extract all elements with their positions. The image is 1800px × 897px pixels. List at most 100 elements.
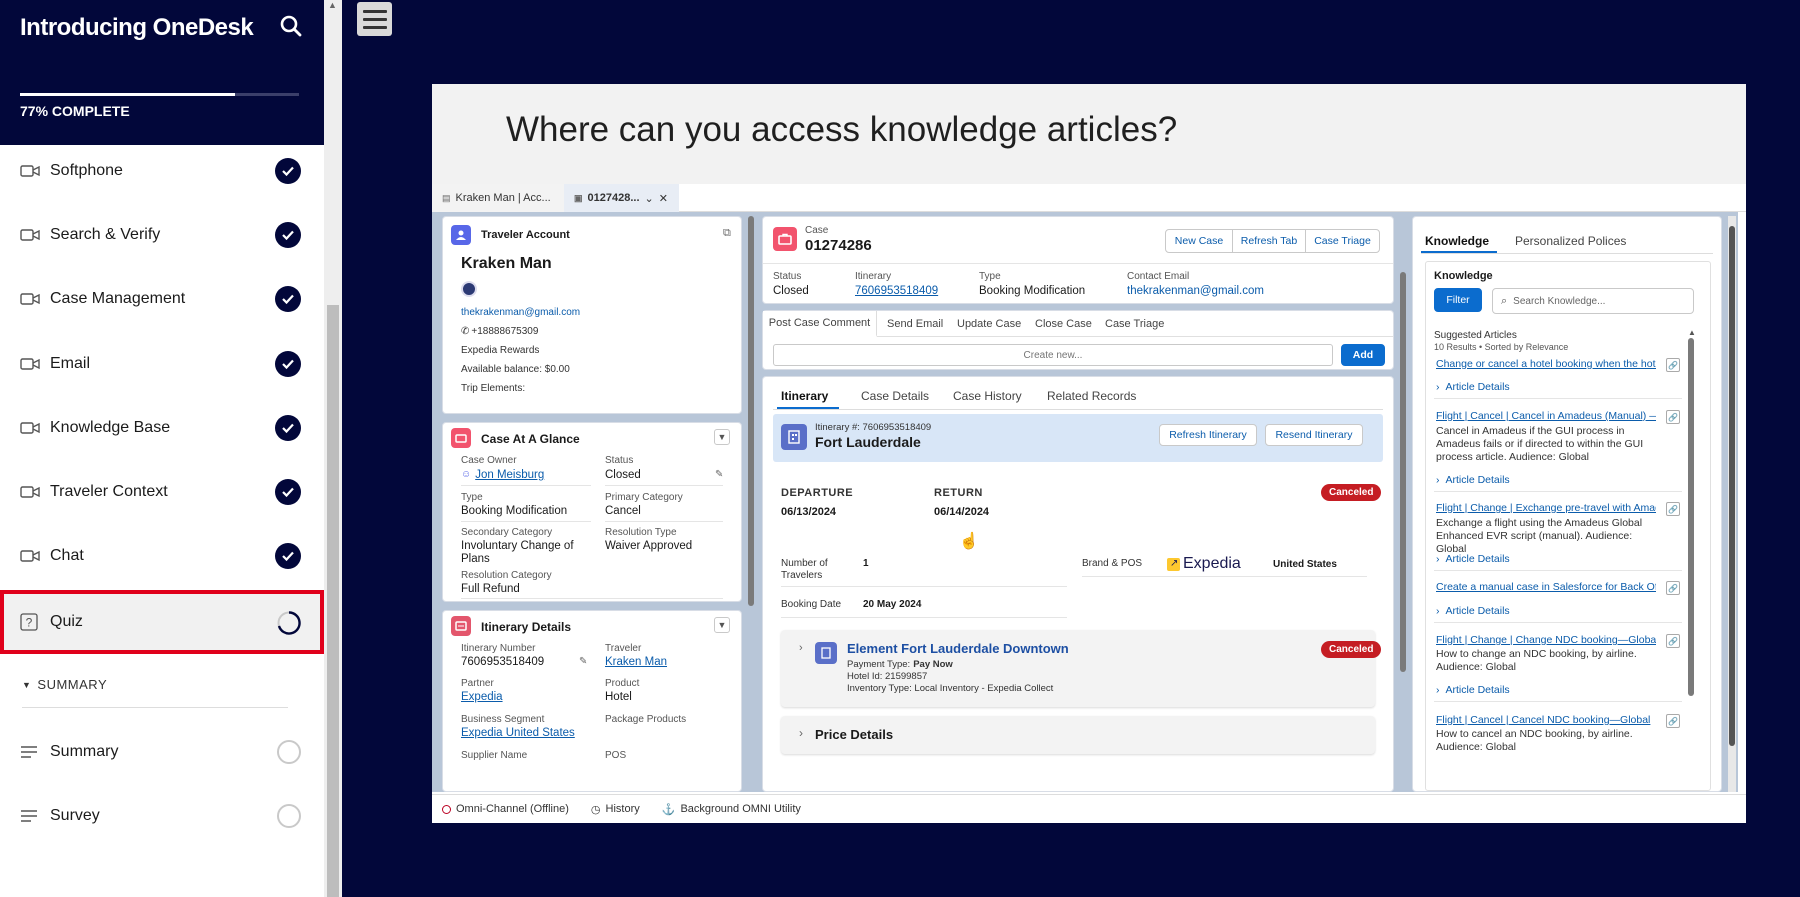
- article-details-link[interactable]: Article Details: [1446, 605, 1510, 617]
- attach-icon[interactable]: 🔗: [1666, 358, 1680, 372]
- tab-itinerary[interactable]: Itinerary: [781, 389, 828, 403]
- page-scrollbar[interactable]: [1728, 216, 1736, 792]
- refresh-itinerary-button[interactable]: Refresh Itinerary: [1159, 424, 1257, 446]
- search-icon[interactable]: [276, 12, 306, 42]
- article-title[interactable]: Flight | Change | Exchange pre-travel wi…: [1436, 502, 1656, 514]
- lesson-search-verify[interactable]: Search & Verify: [0, 204, 324, 266]
- lesson-chat[interactable]: Chat: [0, 525, 324, 587]
- attach-icon[interactable]: 🔗: [1666, 581, 1680, 595]
- lesson-case-management[interactable]: Case Management: [0, 268, 324, 330]
- article-title[interactable]: Flight | Change | Change NDC booking—Glo…: [1436, 634, 1656, 646]
- card-title: Traveler Account: [481, 229, 570, 241]
- edit-pencil-icon[interactable]: ✎: [579, 656, 587, 667]
- itinerary-panel: Itinerary Case Details Case History Rela…: [762, 376, 1394, 792]
- trip-elements-label: Trip Elements:: [461, 383, 526, 394]
- attach-icon[interactable]: 🔗: [1666, 410, 1680, 424]
- lesson-quiz[interactable]: ? Quiz: [0, 590, 324, 654]
- article-details-link[interactable]: Article Details: [1446, 684, 1510, 696]
- case-status: Closed: [605, 469, 641, 481]
- check-icon: [275, 286, 301, 312]
- knowledge-search-box[interactable]: ⌕ Search Knowledge...: [1492, 288, 1694, 314]
- text-lines-icon: [20, 808, 40, 824]
- price-details-row[interactable]: › Price Details: [781, 716, 1375, 754]
- case-triage-tab[interactable]: Case Triage: [1105, 318, 1164, 330]
- new-case-button[interactable]: New Case: [1165, 229, 1233, 253]
- check-icon: [275, 543, 301, 569]
- quiz-slide: Where can you access knowledge articles?…: [432, 84, 1746, 823]
- lesson-traveler-context[interactable]: Traveler Context: [0, 461, 324, 523]
- course-sidebar: Introducing OneDesk 77% COMPLETE Softpho…: [0, 0, 324, 897]
- tab-case-details[interactable]: Case Details: [861, 389, 929, 403]
- field-label: Traveler: [605, 643, 642, 654]
- hotel-name[interactable]: Element Fort Lauderdale Downtown: [847, 641, 1069, 656]
- knowledge-component: Knowledge Filter ⌕ Search Knowledge... S…: [1425, 261, 1711, 791]
- case-triage-button[interactable]: Case Triage: [1305, 229, 1380, 253]
- field-label: Itinerary: [855, 271, 892, 282]
- lesson-email[interactable]: Email: [0, 333, 324, 395]
- article-details-link[interactable]: Article Details: [1446, 474, 1510, 486]
- article-title[interactable]: Flight | Cancel | Cancel in Amadeus (Man…: [1436, 410, 1656, 422]
- business-segment[interactable]: Expedia United States: [461, 727, 575, 739]
- tab-case-history[interactable]: Case History: [953, 389, 1022, 403]
- hotel-icon: [815, 642, 837, 664]
- edit-pencil-icon[interactable]: ✎: [715, 469, 723, 480]
- chevron-right-icon[interactable]: ›: [799, 726, 803, 740]
- resend-itinerary-button[interactable]: Resend Itinerary: [1265, 424, 1363, 446]
- field-label: POS: [605, 750, 627, 761]
- lesson-summary[interactable]: Summary: [0, 721, 324, 783]
- update-case-tab[interactable]: Update Case: [957, 318, 1021, 330]
- lesson-knowledge-base[interactable]: Knowledge Base: [0, 397, 324, 459]
- summary-section-toggle[interactable]: ▼ SUMMARY: [22, 677, 107, 692]
- article-title[interactable]: Create a manual case in Salesforce for B…: [1436, 581, 1656, 593]
- background-utility-item[interactable]: ⚓ Background OMNI Utility: [662, 803, 801, 816]
- attach-icon[interactable]: 🔗: [1666, 634, 1680, 648]
- left-column-scrollbar[interactable]: [748, 216, 754, 606]
- lesson-survey[interactable]: Survey: [0, 785, 324, 847]
- itinerary-city: Fort Lauderdale: [815, 434, 921, 450]
- tab-personalized-polices[interactable]: Personalized Polices: [1515, 234, 1626, 248]
- scroll-up-arrow-icon[interactable]: ▲: [328, 0, 337, 10]
- refresh-tab-button[interactable]: Refresh Tab: [1232, 229, 1306, 253]
- menu-button[interactable]: [357, 2, 392, 36]
- filter-button[interactable]: Filter: [1434, 288, 1482, 312]
- traveler-email[interactable]: thekrakenman@gmail.com: [461, 307, 580, 318]
- card-menu-dropdown[interactable]: ▼: [714, 429, 730, 445]
- console-tab-case[interactable]: ▣ 0127428... ⌄ ✕: [564, 184, 679, 212]
- send-email-tab[interactable]: Send Email: [887, 318, 943, 330]
- article-details-link[interactable]: Article Details: [1446, 381, 1510, 393]
- card-menu-dropdown[interactable]: ▼: [714, 617, 730, 633]
- open-external-icon[interactable]: ⧉: [723, 227, 731, 240]
- create-new-input[interactable]: [773, 344, 1333, 366]
- history-item[interactable]: ◷ History: [591, 803, 640, 816]
- add-button[interactable]: Add: [1341, 344, 1385, 366]
- lesson-softphone[interactable]: Softphone: [0, 140, 324, 202]
- console-tab-account[interactable]: ▤ Kraken Man | Acc...: [432, 184, 564, 212]
- attach-icon[interactable]: 🔗: [1666, 502, 1680, 516]
- post-case-comment-tab[interactable]: Post Case Comment: [763, 311, 877, 337]
- tab-related-records[interactable]: Related Records: [1047, 389, 1136, 403]
- pos-country: United States: [1273, 559, 1337, 570]
- contact-email[interactable]: thekrakenman@gmail.com: [1127, 285, 1264, 297]
- sidebar-scroll-thumb[interactable]: [327, 305, 339, 897]
- article-title[interactable]: Change or cancel a hotel booking when th…: [1436, 358, 1656, 370]
- scroll-up-arrow-icon[interactable]: ▲: [1688, 328, 1696, 337]
- video-icon: [20, 291, 40, 307]
- attach-icon[interactable]: 🔗: [1666, 714, 1680, 728]
- itinerary-traveler[interactable]: Kraken Man: [605, 656, 667, 668]
- hotel-booking-row[interactable]: › Element Fort Lauderdale Downtown Payme…: [781, 630, 1382, 707]
- salesforce-screenshot: ▤ Kraken Man | Acc... ▣ 0127428... ⌄ ✕ Trave…: [432, 184, 1746, 823]
- case-itinerary-link[interactable]: 7606953518409: [855, 285, 938, 297]
- article-title[interactable]: Flight | Cancel | Cancel NDC booking—Glo…: [1436, 714, 1656, 726]
- suggested-articles-label: Suggested Articles: [1434, 330, 1517, 341]
- center-column-scrollbar[interactable]: [1400, 272, 1406, 672]
- itinerary-partner[interactable]: Expedia: [461, 691, 503, 703]
- article-details-link[interactable]: Article Details: [1446, 553, 1510, 565]
- articles-scrollbar[interactable]: [1688, 338, 1694, 696]
- tab-knowledge[interactable]: Knowledge: [1425, 234, 1489, 248]
- case-owner[interactable]: Jon Meisburg: [475, 469, 544, 481]
- omni-channel-item[interactable]: Omni-Channel (Offline): [442, 803, 569, 815]
- chevron-right-icon[interactable]: ›: [799, 642, 803, 654]
- close-case-tab[interactable]: Close Case: [1035, 318, 1092, 330]
- summary-section-label: SUMMARY: [37, 677, 108, 692]
- price-details-label: Price Details: [815, 727, 894, 742]
